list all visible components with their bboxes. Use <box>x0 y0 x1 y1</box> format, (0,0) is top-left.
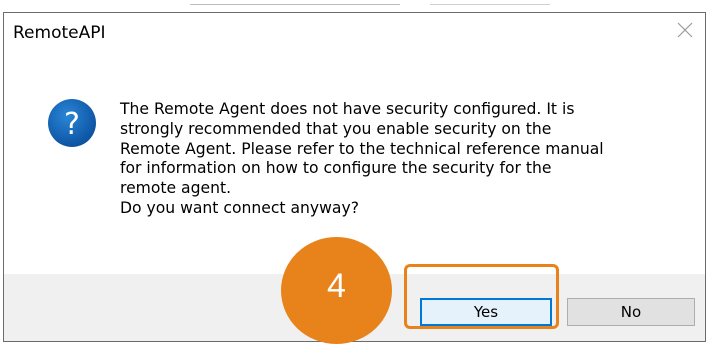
message-line: The Remote Agent does not have security … <box>120 100 575 118</box>
message-line: strongly recommended that you enable sec… <box>120 119 552 138</box>
yes-button-highlight <box>404 264 559 329</box>
question-glyph: ? <box>64 107 80 142</box>
no-button[interactable]: No <box>567 298 695 326</box>
dialog-titlebar: RemoteAPI <box>4 13 705 55</box>
dialog-title: RemoteAPI <box>13 23 106 43</box>
no-button-label: No <box>620 303 642 321</box>
dialog-message: The Remote Agent does not have security … <box>120 100 680 219</box>
close-icon <box>677 22 693 38</box>
close-button[interactable] <box>665 13 705 51</box>
message-line: remote agent. <box>120 179 232 198</box>
message-line: Do you want connect anyway? <box>120 198 359 217</box>
step-number: 4 <box>327 267 346 305</box>
background-window-edge <box>0 0 710 12</box>
message-line: for information on how to configure the … <box>120 159 552 178</box>
step-number-badge: 4 <box>281 237 392 344</box>
message-line: Remote Agent. Please refer to the techni… <box>120 139 604 158</box>
screenshot-stage: RemoteAPI ? The Remote Agent does not ha… <box>0 0 710 344</box>
question-icon: ? <box>47 98 97 148</box>
